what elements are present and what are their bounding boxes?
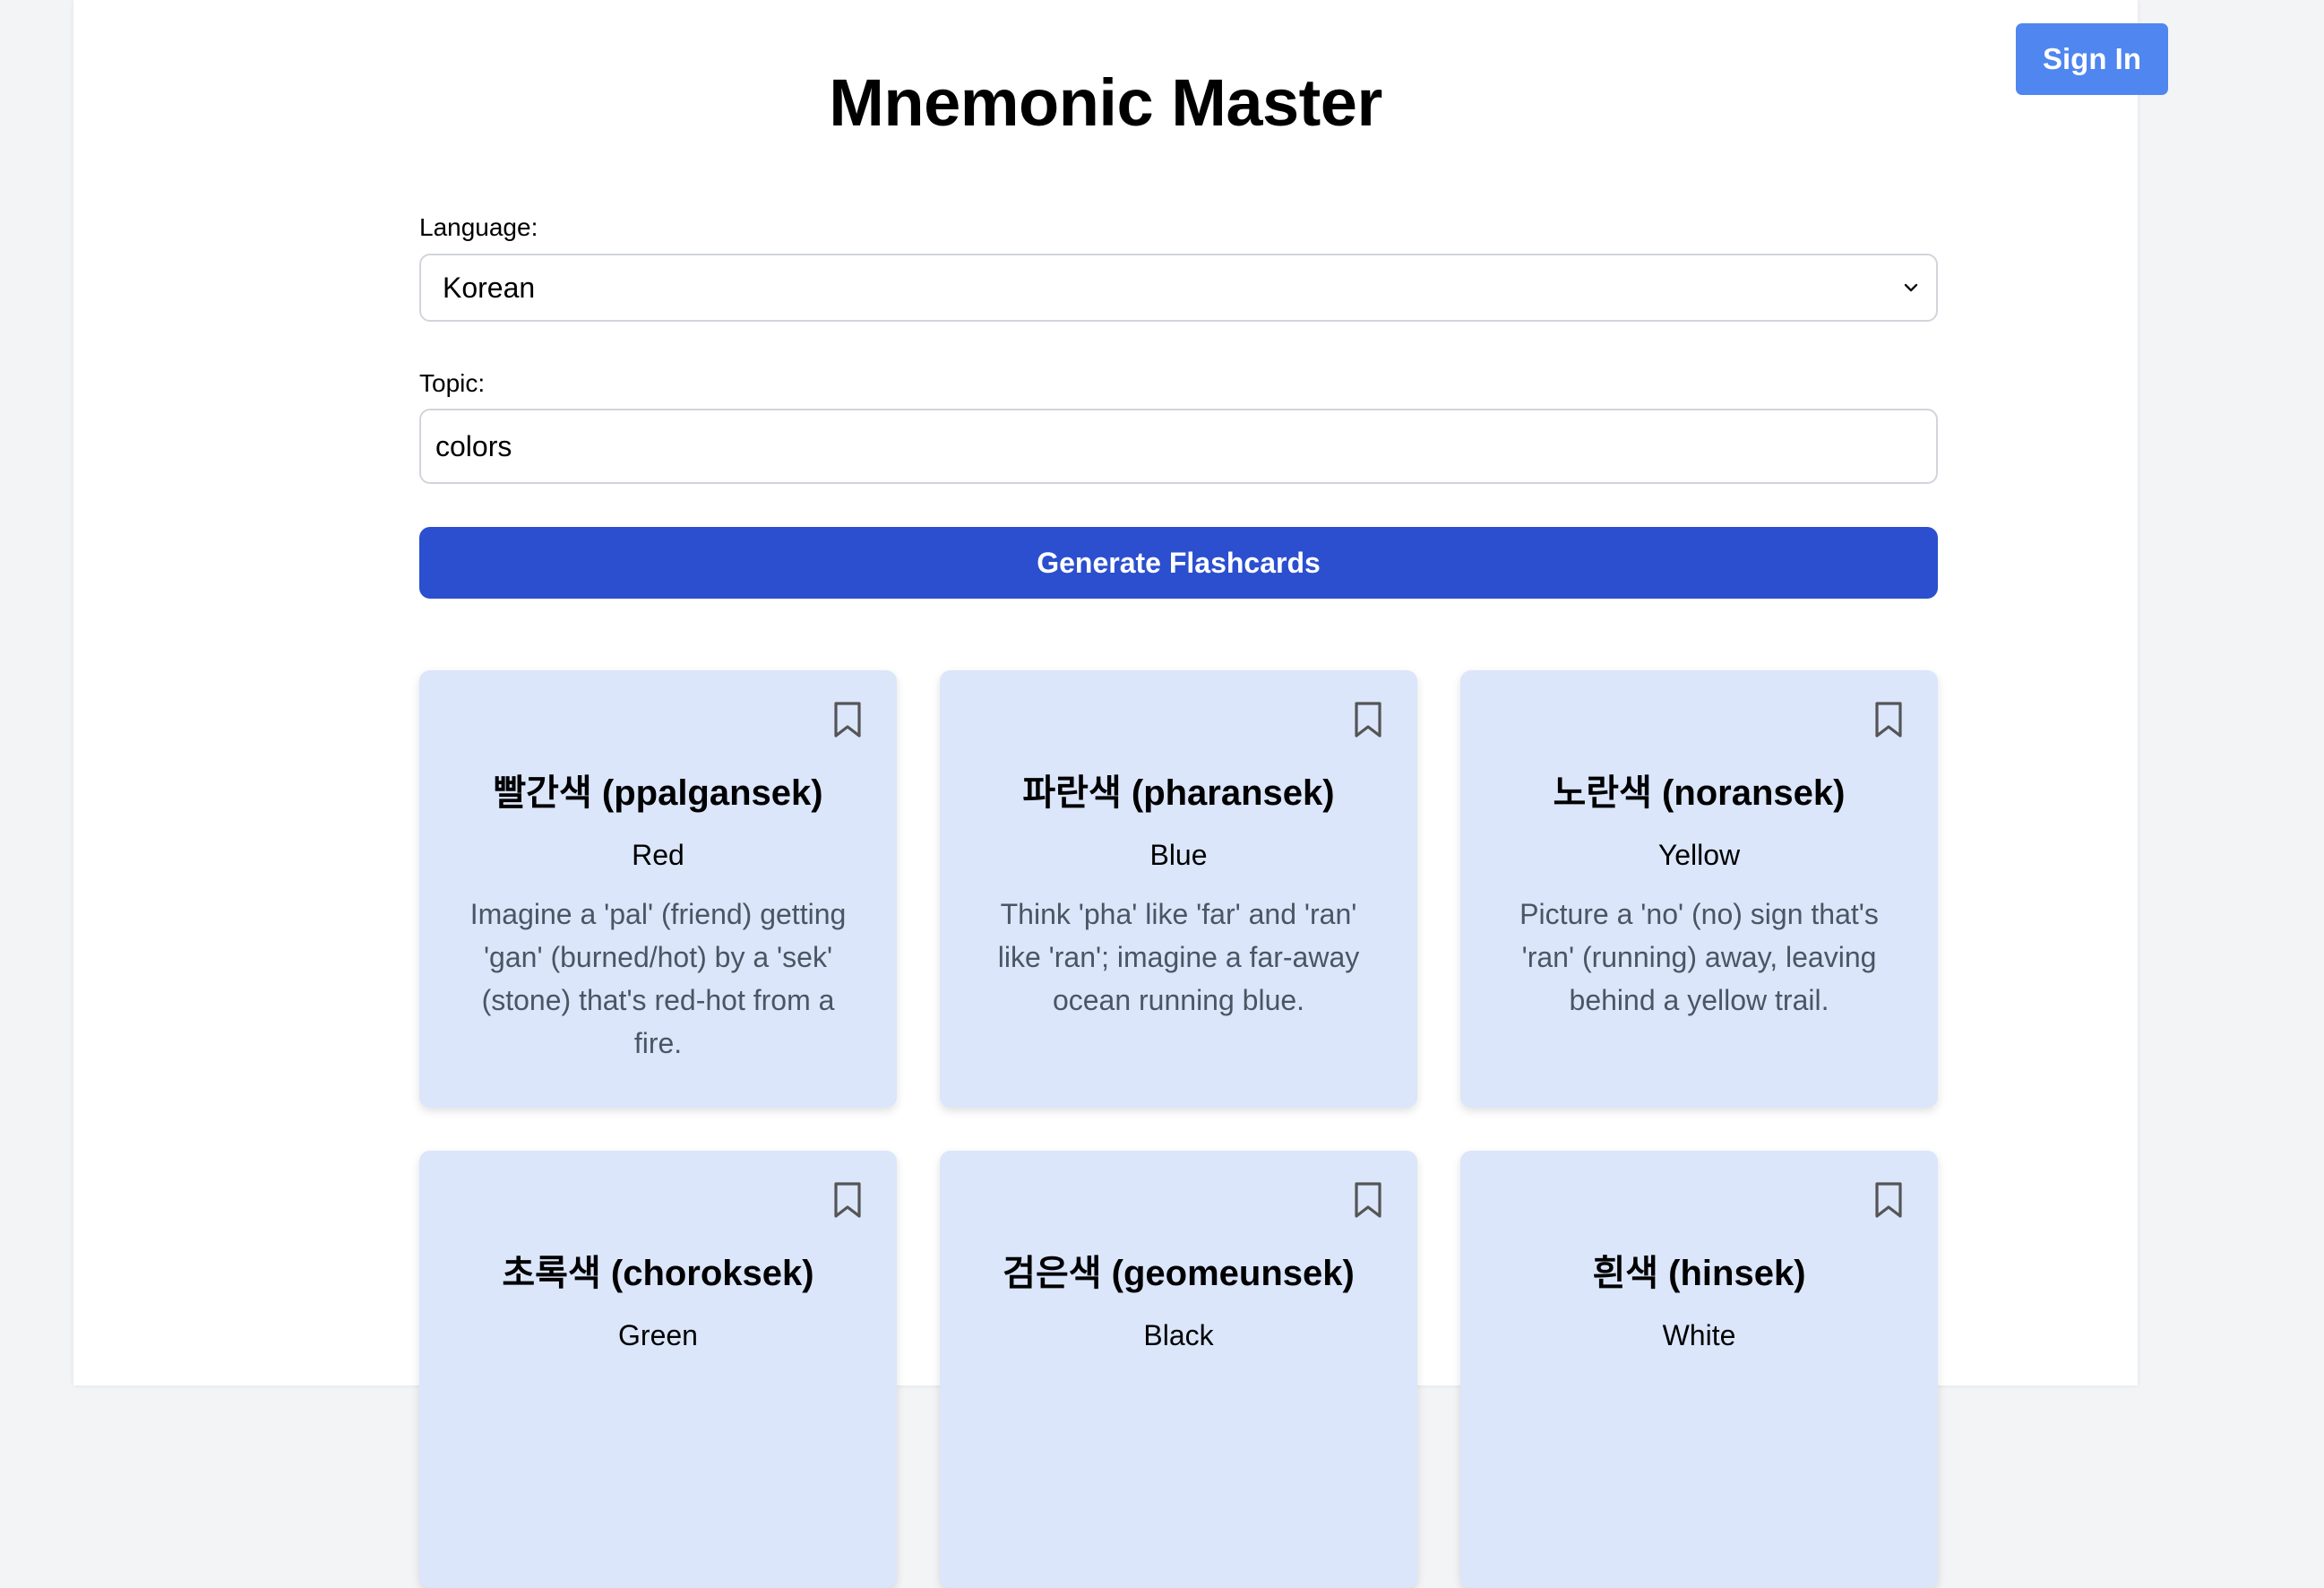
- flashcard-meaning: Green: [618, 1319, 698, 1351]
- flashcard-meaning: Black: [1143, 1319, 1214, 1351]
- flashcard-word: 초록색 (choroksek): [502, 1254, 814, 1293]
- flashcard-meaning: Blue: [1149, 839, 1208, 871]
- flashcard-word: 파란색 (pharansek): [1022, 773, 1335, 813]
- flashcard-mnemonic: Imagine a 'pal' (friend) getting 'gan' (…: [469, 898, 847, 1059]
- topic-label: Topic:: [419, 369, 486, 397]
- chevron-down-icon: [1904, 283, 1918, 292]
- bookmark-icon[interactable]: [1353, 1181, 1383, 1219]
- flashcard[interactable]: 파란색 (pharansek) Blue Think 'pha' like 'f…: [940, 670, 1417, 1108]
- flashcard[interactable]: 빨간색 (ppalgansek) Red Imagine a 'pal' (fr…: [419, 670, 897, 1108]
- topic-input-value: colors: [435, 429, 512, 462]
- language-select[interactable]: Korean: [419, 254, 1938, 322]
- bookmark-icon[interactable]: [832, 701, 863, 738]
- flashcard[interactable]: 검은색 (geomeunsek) Black: [940, 1151, 1417, 1588]
- bookmark-icon[interactable]: [1873, 1181, 1904, 1219]
- flashcard-word: 검은색 (geomeunsek): [1003, 1254, 1355, 1293]
- bookmark-icon[interactable]: [1353, 701, 1383, 738]
- page-title: Mnemonic Master: [829, 65, 1382, 140]
- bookmark-icon[interactable]: [1873, 701, 1904, 738]
- flashcard[interactable]: 노란색 (noransek) Yellow Picture a 'no' (no…: [1460, 670, 1938, 1108]
- page-container: Sign In Mnemonic Master Language: Korean…: [73, 0, 2168, 1588]
- flashcard[interactable]: 초록색 (choroksek) Green: [419, 1151, 897, 1588]
- flashcard-word: 노란색 (noransek): [1553, 773, 1846, 813]
- flashcard-word: 빨간색 (ppalgansek): [493, 773, 823, 813]
- topic-input[interactable]: colors: [419, 409, 1938, 484]
- language-select-value: Korean: [443, 271, 536, 304]
- flashcard-mnemonic: Picture a 'no' (no) sign that's 'ran' (r…: [1519, 898, 1879, 1016]
- flashcard-meaning: White: [1662, 1319, 1736, 1351]
- generate-flashcards-button[interactable]: Generate Flashcards: [419, 527, 1938, 599]
- flashcard[interactable]: 흰색 (hinsek) White: [1460, 1151, 1938, 1588]
- flashcard-word: 흰색 (hinsek): [1592, 1254, 1806, 1293]
- language-label: Language:: [419, 213, 538, 241]
- flashcard-mnemonic: Think 'pha' like 'far' and 'ran' like 'r…: [997, 898, 1360, 1016]
- flashcard-meaning: Yellow: [1657, 839, 1741, 871]
- bookmark-icon[interactable]: [832, 1181, 863, 1219]
- flashcard-meaning: Red: [632, 839, 684, 871]
